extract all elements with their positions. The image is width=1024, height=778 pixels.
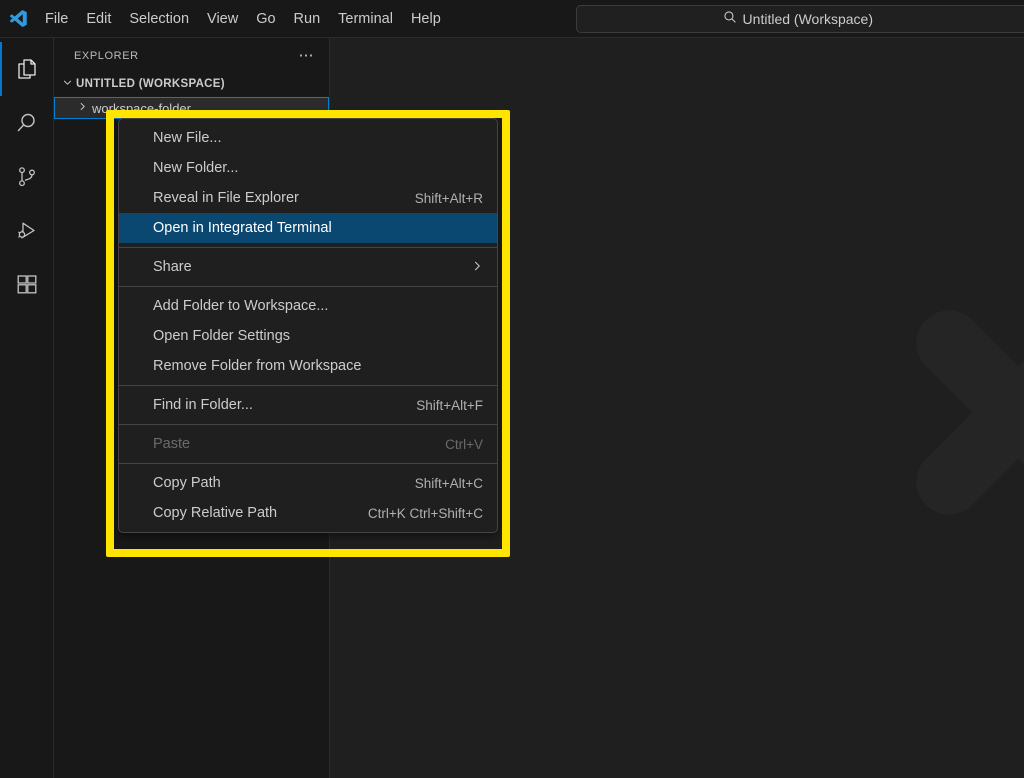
context-menu-item-label: Add Folder to Workspace... xyxy=(153,298,329,314)
tree-item-folder-label: workspace-folder xyxy=(92,100,191,116)
watermark-row: Find in F xyxy=(722,618,1024,658)
context-menu-item-copy-relative-path[interactable]: Copy Relative Path Ctrl+K Ctrl+Shift+C xyxy=(119,498,497,528)
explorer-header: EXPLORER ⋯ xyxy=(54,38,329,73)
menu-file[interactable]: File xyxy=(36,6,77,32)
context-menu-item-label: Share xyxy=(153,259,192,275)
context-menu-item-shortcut: Ctrl+K Ctrl+Shift+C xyxy=(367,505,483,521)
explorer-title: EXPLORER xyxy=(74,49,139,62)
context-menu-item-share[interactable]: Share xyxy=(119,252,497,282)
context-menu-separator xyxy=(119,247,497,248)
watermark-row: Go to xyxy=(722,578,1024,618)
active-indicator xyxy=(0,204,2,258)
search-icon xyxy=(723,10,737,29)
watermark-row: Show Setti xyxy=(722,698,1024,738)
context-menu-separator xyxy=(119,385,497,386)
watermark-row: Show All Comma xyxy=(722,538,1024,578)
vscode-logo-watermark-icon xyxy=(866,250,1024,555)
context-menu-item-label: Remove Folder from Workspace xyxy=(153,358,362,374)
watermark-row: Toggle Full Scr xyxy=(722,658,1024,698)
tree-root-workspace[interactable]: UNTITLED (WORKSPACE) xyxy=(54,73,329,95)
tree-root-label: UNTITLED (WORKSPACE) xyxy=(76,78,225,90)
menu-edit[interactable]: Edit xyxy=(77,6,120,32)
menu-run[interactable]: Run xyxy=(285,6,330,32)
menu-go[interactable]: Go xyxy=(247,6,284,32)
context-menu-item-shortcut: Shift+Alt+R xyxy=(414,190,483,206)
command-center-label: Untitled (Workspace) xyxy=(742,11,873,27)
context-menu-item-open-folder-settings[interactable]: Open Folder Settings xyxy=(119,321,497,351)
context-menu-item-label: Copy Relative Path xyxy=(153,505,278,521)
context-menu-item-find-in-folder[interactable]: Find in Folder... Shift+Alt+F xyxy=(119,390,497,420)
search-icon xyxy=(15,111,39,135)
context-menu-item-new-folder[interactable]: New Folder... xyxy=(119,153,497,183)
active-indicator xyxy=(0,258,2,312)
activity-item-explorer[interactable] xyxy=(0,42,54,96)
menu-terminal[interactable]: Terminal xyxy=(329,6,402,32)
context-menu-item-remove-folder-from-workspace[interactable]: Remove Folder from Workspace xyxy=(119,351,497,381)
activity-item-run-and-debug[interactable] xyxy=(0,204,54,258)
menu-help[interactable]: Help xyxy=(402,6,450,32)
context-menu-item-new-file[interactable]: New File... xyxy=(119,123,497,153)
context-menu-item-add-folder-to-workspace[interactable]: Add Folder to Workspace... xyxy=(119,291,497,321)
context-menu-item-label: New File... xyxy=(153,130,222,146)
context-menu-separator xyxy=(119,463,497,464)
title-bar: File Edit Selection View Go Run Terminal… xyxy=(0,0,1024,38)
context-menu-item-label: Reveal in File Explorer xyxy=(153,190,299,206)
active-indicator xyxy=(0,96,2,150)
vscode-logo-icon xyxy=(0,0,36,38)
files-icon xyxy=(15,57,39,81)
tree-item-folder[interactable]: workspace-folder xyxy=(54,97,329,119)
context-menu-separator xyxy=(119,286,497,287)
activity-item-search[interactable] xyxy=(0,96,54,150)
activity-item-extensions[interactable] xyxy=(0,258,54,312)
context-menu-item-shortcut: Shift+Alt+F xyxy=(416,397,483,413)
context-menu-item-shortcut: Shift+Alt+C xyxy=(414,475,483,491)
menu-bar: File Edit Selection View Go Run Terminal… xyxy=(36,0,450,38)
run-debug-icon xyxy=(15,219,39,243)
context-menu-item-reveal-in-file-explorer[interactable]: Reveal in File Explorer Shift+Alt+R xyxy=(119,183,497,213)
menu-selection[interactable]: Selection xyxy=(120,6,198,32)
chevron-down-icon xyxy=(62,77,72,91)
context-menu-item-label: New Folder... xyxy=(153,160,239,176)
context-menu-separator xyxy=(119,424,497,425)
context-menu-item-label: Open Folder Settings xyxy=(153,328,291,344)
vscode-window: File Edit Selection View Go Run Terminal… xyxy=(0,0,1024,778)
menu-view[interactable]: View xyxy=(198,6,247,32)
active-indicator xyxy=(0,150,2,204)
context-menu-item-shortcut: Ctrl+V xyxy=(445,436,483,452)
source-control-icon xyxy=(15,165,39,189)
context-menu-item-copy-path[interactable]: Copy Path Shift+Alt+C xyxy=(119,468,497,498)
context-menu-item-label: Find in Folder... xyxy=(153,397,253,413)
active-indicator xyxy=(0,42,2,96)
extensions-icon xyxy=(15,273,39,297)
ellipsis-icon[interactable]: ⋯ xyxy=(297,48,318,64)
context-menu-item-label: Copy Path xyxy=(153,475,221,491)
chevron-right-icon xyxy=(453,260,483,275)
context-menu-item-paste: Paste Ctrl+V xyxy=(119,429,497,459)
editor-watermark-commands: Show All Comma Go to Find in F Toggle Fu… xyxy=(722,538,1024,738)
folder-context-menu: New File... New Folder... Reveal in File… xyxy=(118,118,498,533)
activity-item-source-control[interactable] xyxy=(0,150,54,204)
chevron-right-icon xyxy=(77,101,87,115)
command-center-search[interactable]: Untitled (Workspace) xyxy=(576,5,1024,33)
context-menu-item-label: Open in Integrated Terminal xyxy=(153,220,332,236)
context-menu-item-open-in-integrated-terminal[interactable]: Open in Integrated Terminal xyxy=(119,213,497,243)
context-menu-item-label: Paste xyxy=(153,436,191,452)
activity-bar xyxy=(0,38,54,778)
